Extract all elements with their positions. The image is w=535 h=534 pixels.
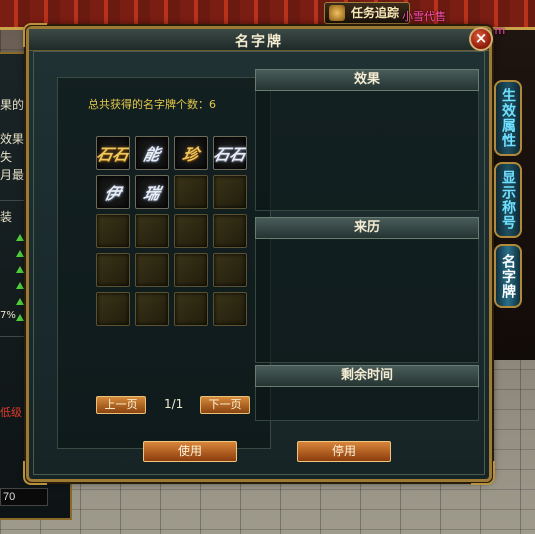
effect-content	[255, 91, 479, 211]
empty-slot[interactable]	[135, 214, 169, 248]
effect-header: 效果	[255, 69, 479, 91]
stat-up-arrow-icon	[16, 298, 24, 305]
empty-slot[interactable]	[174, 253, 208, 287]
page-indicator: 1/1	[164, 397, 184, 411]
corner-ornament-icon	[23, 461, 47, 485]
name-plate-collection-panel: 总共获得的名字牌个数：6 石石 能 珍 石石 伊 瑞 上一页 1/1 下一页	[57, 77, 271, 449]
stat-up-arrow-icon	[16, 234, 24, 241]
lp-text-1: 果的	[0, 98, 25, 112]
quest-tracker-label: 任务追踪	[351, 6, 400, 20]
prev-page-button[interactable]: 上一页	[96, 396, 146, 414]
remaining-time-header: 剩余时间	[255, 365, 479, 387]
lp-text-3: 失	[0, 150, 13, 164]
stat-up-arrow-icon	[16, 282, 24, 289]
use-button[interactable]: 使用	[143, 441, 237, 462]
name-plate-glyph: 石石	[96, 145, 130, 164]
empty-slot[interactable]	[213, 292, 247, 326]
empty-slot[interactable]	[213, 253, 247, 287]
tab-show-title[interactable]: 显示称号	[494, 162, 522, 238]
quest-icon	[329, 5, 345, 21]
name-plate-slot[interactable]: 能	[135, 136, 169, 170]
tab-name-plate[interactable]: 名字牌	[494, 244, 522, 308]
level-input[interactable]	[0, 488, 48, 506]
name-plate-slot[interactable]: 石石	[213, 136, 247, 170]
stat-up-arrow-icon	[16, 266, 24, 273]
name-plate-glyph: 瑞	[141, 184, 162, 203]
name-plate-grid: 石石 能 珍 石石 伊 瑞	[96, 136, 247, 326]
name-plate-slot[interactable]: 石石	[96, 136, 130, 170]
stat-up-arrow-icon	[16, 250, 24, 257]
empty-slot[interactable]	[96, 214, 130, 248]
remaining-time-content	[255, 387, 479, 421]
empty-slot[interactable]	[135, 253, 169, 287]
stat-up-arrow-icon	[16, 314, 24, 321]
name-plate-slot[interactable]: 珍	[174, 136, 208, 170]
corner-ornament-icon	[23, 23, 47, 47]
empty-slot[interactable]	[213, 175, 247, 209]
empty-slot[interactable]	[96, 292, 130, 326]
stat-percent: 7%	[0, 310, 16, 321]
name-plate-slot[interactable]: 瑞	[135, 175, 169, 209]
source-header: 来历	[255, 217, 479, 239]
warning-text: 低级	[0, 406, 22, 419]
empty-slot[interactable]	[174, 175, 208, 209]
quest-tracker-tab[interactable]: 任务追踪	[324, 2, 410, 24]
lp-text-5: 装	[0, 210, 13, 224]
name-plate-glyph: 珍	[180, 145, 201, 164]
name-plate-details-panel: 效果 来历 剩余时间	[255, 69, 481, 421]
empty-slot[interactable]	[213, 214, 247, 248]
name-plate-dialog: 名字牌 × 总共获得的名字牌个数：6 石石 能 珍 石石 伊 瑞 上一页 1/1…	[23, 23, 495, 485]
lp-text-2: 效果	[0, 132, 25, 146]
total-count-label: 总共获得的名字牌个数：6	[88, 98, 216, 111]
tab-effect-attributes[interactable]: 生效属性	[494, 80, 522, 156]
source-content	[255, 239, 479, 363]
corner-ornament-icon	[471, 461, 495, 485]
close-button[interactable]: ×	[469, 27, 493, 51]
empty-slot[interactable]	[96, 253, 130, 287]
dialog-title: 名字牌	[235, 34, 283, 50]
empty-slot[interactable]	[174, 292, 208, 326]
disable-button[interactable]: 停用	[297, 441, 391, 462]
name-plate-glyph: 石石	[213, 145, 247, 164]
name-plate-slot[interactable]: 伊	[96, 175, 130, 209]
lp-text-4: 月最	[0, 168, 25, 182]
name-plate-glyph: 伊	[102, 184, 123, 203]
name-plate-glyph: 能	[141, 145, 162, 164]
next-page-button[interactable]: 下一页	[200, 396, 250, 414]
empty-slot[interactable]	[174, 214, 208, 248]
empty-slot[interactable]	[135, 292, 169, 326]
